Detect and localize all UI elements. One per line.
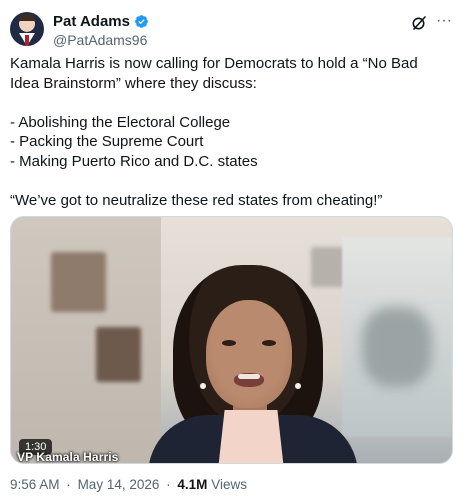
author-name-row: Pat Adams bbox=[53, 13, 149, 30]
subject-eye bbox=[222, 340, 236, 346]
meta-separator: · bbox=[66, 477, 71, 492]
author-display-name[interactable]: Pat Adams bbox=[53, 13, 130, 30]
views-label: Views bbox=[211, 477, 247, 492]
subject-earring bbox=[295, 383, 301, 389]
subject-teeth bbox=[238, 374, 260, 379]
tweet-time[interactable]: 9:56 AM bbox=[10, 477, 60, 492]
subject-blouse bbox=[218, 410, 284, 463]
views-count: 4.1M bbox=[177, 477, 208, 492]
avatar-tie bbox=[25, 35, 29, 46]
video-subject bbox=[148, 265, 358, 463]
video-caption: VP Kamala Harris bbox=[17, 450, 119, 464]
tweet-meta: 9:56 AM · May 14, 2026 · 4.1M Views bbox=[10, 477, 247, 492]
background-frame bbox=[51, 252, 106, 312]
avatar[interactable] bbox=[10, 12, 44, 46]
tweet-date[interactable]: May 14, 2026 bbox=[78, 477, 160, 492]
verified-badge-icon bbox=[134, 14, 149, 29]
more-horizontal-icon[interactable]: ··· bbox=[435, 13, 453, 31]
subject-earring bbox=[200, 383, 206, 389]
subject-face bbox=[206, 300, 292, 408]
author-handle[interactable]: @PatAdams96 bbox=[53, 32, 147, 48]
grok-slash-icon[interactable] bbox=[411, 15, 427, 31]
background-object bbox=[362, 307, 432, 387]
subject-eye bbox=[262, 340, 276, 346]
tweet-header: Pat Adams @PatAdams96 ··· bbox=[10, 10, 453, 50]
avatar-hair bbox=[19, 14, 35, 21]
video-player[interactable]: 1:30 VP Kamala Harris bbox=[10, 216, 453, 464]
meta-separator: · bbox=[166, 477, 171, 492]
tweet-text: Kamala Harris is now calling for Democra… bbox=[10, 55, 418, 209]
background-frame bbox=[96, 327, 141, 382]
